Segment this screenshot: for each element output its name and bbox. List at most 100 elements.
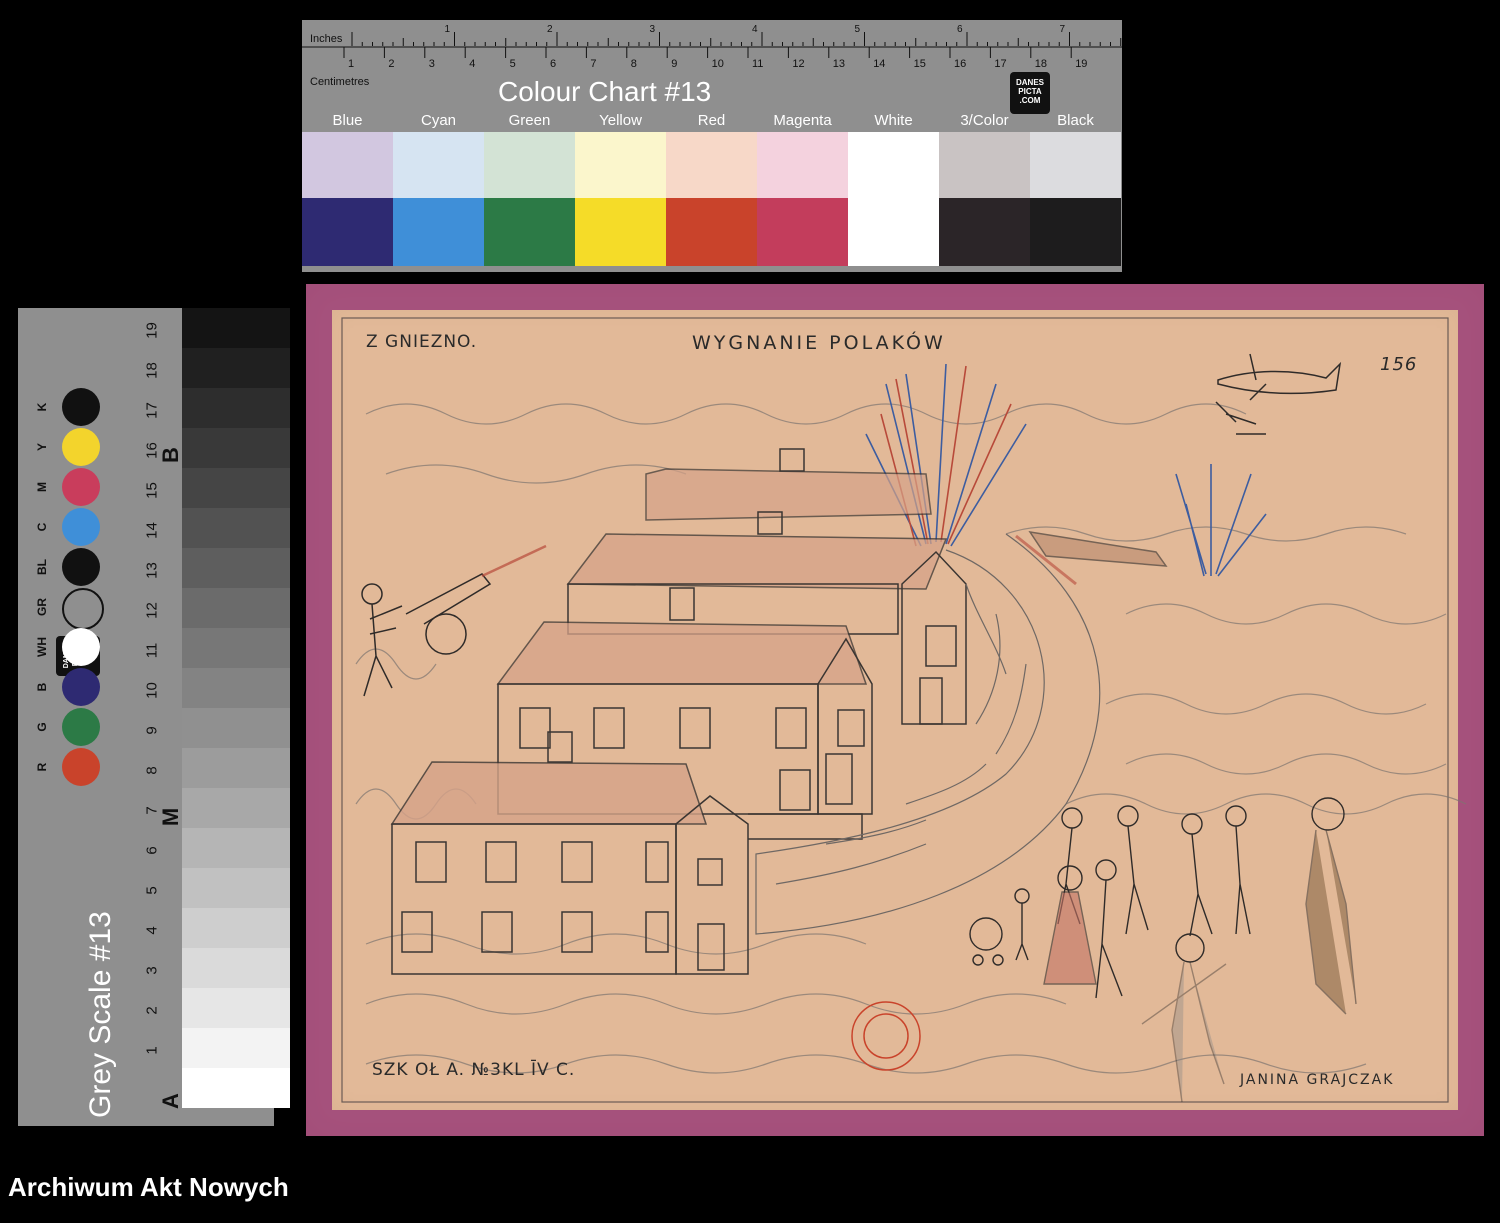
grey-step [182, 1068, 290, 1108]
inch-mark: 1 [445, 24, 451, 35]
grey-step-number: 11 [143, 642, 161, 659]
cm-mark: 19 [1075, 58, 1087, 68]
swatch-dark [575, 198, 666, 266]
grey-step-number: 10 [143, 682, 161, 699]
grey-step-number: 1 [143, 1046, 161, 1055]
cm-mark: 3 [429, 58, 435, 68]
grey-step-number: 2 [143, 1006, 161, 1015]
cm-mark: 2 [388, 58, 394, 68]
ruler: 1234567812345678910111213141516171819 [302, 24, 1122, 68]
inch-mark: 6 [957, 24, 963, 35]
swatch-light [1030, 132, 1121, 198]
grey-step-number: 5 [143, 886, 161, 895]
grey-step-number: 19 [143, 322, 161, 339]
swatch-label: Magenta [773, 112, 832, 129]
swatch-label: 3/Color [960, 112, 1009, 129]
grey-step [182, 868, 290, 908]
drawing-artwork [306, 284, 1484, 1136]
grey-scale-letter: B [158, 447, 183, 463]
person [1117, 805, 1149, 935]
cm-mark: 6 [550, 58, 556, 68]
swatch-light [848, 132, 939, 198]
pram [969, 917, 1004, 966]
grey-step-number: 6 [143, 846, 161, 855]
color-patch-dot [62, 628, 100, 666]
swatch-light [302, 132, 393, 198]
inch-mark: 4 [752, 24, 758, 35]
swatch-light [575, 132, 666, 198]
drawing-place-text: Z GNIEZNO. [366, 332, 478, 352]
swatch-light [484, 132, 575, 198]
grey-step-number: 14 [143, 522, 161, 539]
drawing-number: 156 [1380, 354, 1418, 375]
cm-mark: 15 [914, 58, 926, 68]
swatch-dark [666, 198, 757, 266]
cm-mark: 8 [631, 58, 637, 68]
person [1181, 813, 1213, 937]
grey-step [182, 308, 290, 348]
cm-mark: 10 [712, 58, 724, 68]
caption-bar: Archiwum Akt Nowych [0, 1148, 1500, 1223]
grey-step [182, 428, 290, 468]
child-drawing: Z GNIEZNO. WYGNANIE POLAKÓW 156 SZK OŁ A… [306, 284, 1484, 1136]
swatch-dark [1030, 198, 1121, 266]
cm-mark: 9 [671, 58, 677, 68]
grey-step [182, 508, 290, 548]
cm-mark: 5 [510, 58, 516, 68]
person [1095, 859, 1123, 999]
grey-step-number: 8 [143, 766, 161, 775]
patch-label: WH [35, 637, 49, 657]
grey-scale-title: Grey Scale #13 [84, 911, 117, 1118]
drawing-title: WYGNANIE POLAKÓW [692, 332, 946, 354]
patch-label: M [35, 482, 49, 492]
grey-step [182, 708, 290, 748]
cm-mark: 12 [792, 58, 804, 68]
cobble-road [755, 533, 1101, 935]
swatch-label: White [874, 112, 913, 129]
drawing-school-class: SZK OŁ A. №3KL ĪV C. [372, 1060, 576, 1080]
cm-mark: 13 [833, 58, 845, 68]
cm-mark: 1 [348, 58, 354, 68]
grey-scale-letter: M [158, 807, 183, 827]
archive-stamp [851, 1001, 921, 1071]
cm-mark: 7 [590, 58, 596, 68]
cm-mark: 18 [1035, 58, 1047, 68]
swatch-label: Red [697, 112, 726, 129]
patch-label: C [35, 522, 49, 532]
color-patch-dot [62, 588, 104, 630]
ruler-inches-label: Inches [310, 33, 343, 45]
swatch-light [393, 132, 484, 198]
inch-mark: 5 [855, 24, 861, 35]
patch-label: Y [35, 443, 49, 452]
color-patch-dot [62, 428, 100, 466]
airplanes [1215, 353, 1342, 435]
swatch-label: Yellow [599, 112, 642, 129]
inch-mark: 3 [650, 24, 656, 35]
grey-step [182, 388, 290, 428]
grey-step-number: 12 [143, 602, 161, 619]
grey-step [182, 908, 290, 948]
grey-step [182, 748, 290, 788]
grey-step [182, 1028, 290, 1068]
color-patch-dot [62, 748, 100, 786]
grey-step [182, 788, 290, 828]
swatch-label: Black [1057, 112, 1094, 129]
colour-chart-title: Colour Chart #13 [498, 76, 712, 107]
grey-step-number: 15 [143, 482, 161, 499]
color-patch-dot [62, 668, 100, 706]
inch-mark: 7 [1060, 24, 1066, 35]
grey-step-number: 13 [143, 562, 161, 579]
patch-label: GR [35, 598, 49, 616]
cm-mark: 16 [954, 58, 966, 68]
danes-picta-logo: DANESPICTA.COM [1010, 72, 1050, 114]
grey-step-number: 18 [143, 362, 161, 379]
grey-step [182, 548, 290, 588]
swatch-light [939, 132, 1030, 198]
grey-step-number: 9 [143, 726, 161, 735]
patch-label: R [35, 762, 49, 772]
color-patch-dot [62, 508, 100, 546]
guard-soldier-rifle [1141, 933, 1227, 1103]
grey-step [182, 988, 290, 1028]
grey-step [182, 948, 290, 988]
swatch-dark [393, 198, 484, 266]
